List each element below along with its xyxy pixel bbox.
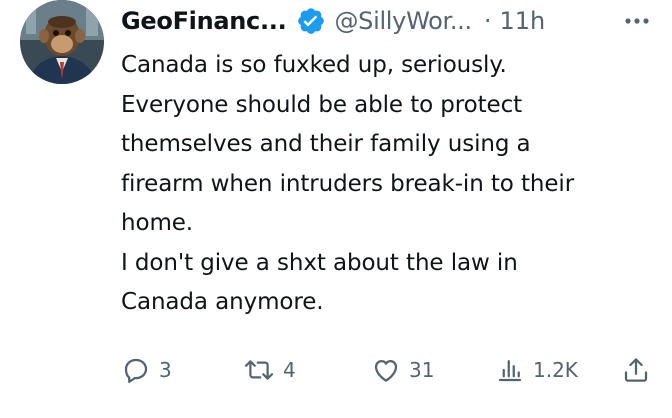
reply-count: 3 bbox=[159, 358, 172, 382]
tweet-text-line: firearm when intruders break-in to their bbox=[121, 170, 575, 197]
verified-badge-icon bbox=[296, 6, 326, 36]
tweet-text: Canada is so fuxked up, seriously. Every… bbox=[121, 46, 666, 323]
like-count: 31 bbox=[409, 358, 435, 382]
tweet-header: GeoFinanc... @SillyWor... · 11h bbox=[121, 4, 661, 38]
like-button[interactable]: 31 bbox=[371, 350, 434, 390]
tweet-text-line: Canada anymore. bbox=[121, 289, 324, 315]
heart-icon bbox=[371, 355, 401, 385]
share-icon bbox=[621, 355, 651, 385]
retweet-icon bbox=[243, 355, 275, 385]
avatar[interactable] bbox=[20, 0, 104, 84]
tweet-card[interactable]: GeoFinanc... @SillyWor... · 11h Canada i… bbox=[0, 0, 672, 418]
tweet-text-line: home. bbox=[121, 210, 194, 236]
share-button[interactable] bbox=[621, 350, 651, 390]
action-bar: 3 4 31 1.2K bbox=[121, 350, 661, 390]
separator-dot: · bbox=[483, 7, 492, 35]
retweet-count: 4 bbox=[283, 358, 296, 382]
retweet-button[interactable]: 4 bbox=[243, 350, 296, 390]
views-button[interactable]: 1.2K bbox=[495, 350, 578, 390]
view-count: 1.2K bbox=[533, 358, 578, 382]
display-name[interactable]: GeoFinanc... bbox=[121, 7, 287, 35]
user-handle[interactable]: @SillyWor... bbox=[334, 7, 472, 35]
reply-button[interactable]: 3 bbox=[121, 350, 172, 390]
tweet-text-line: Canada is so fuxked up, seriously. bbox=[121, 52, 507, 78]
tweet-text-line: I don't give a shxt about the law in bbox=[121, 249, 518, 276]
reply-icon bbox=[121, 355, 151, 385]
tweet-text-line: Everyone should be able to protect bbox=[121, 91, 523, 118]
views-icon bbox=[495, 355, 525, 385]
tweet-text-line: themselves and their family using a bbox=[121, 131, 531, 157]
timestamp[interactable]: 11h bbox=[499, 7, 545, 35]
more-options-icon[interactable] bbox=[619, 4, 655, 38]
